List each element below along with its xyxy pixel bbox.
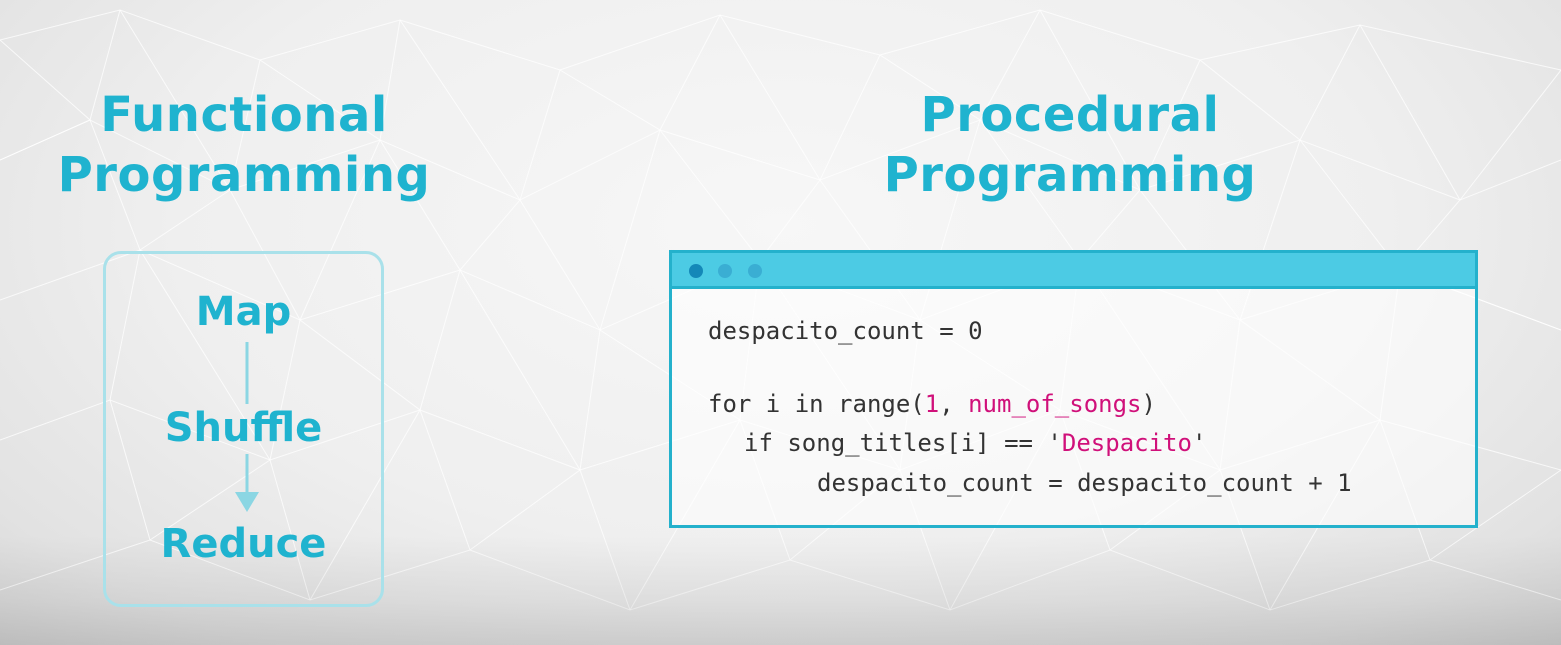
code-line-3: if song_titles[i] == 'Despacito' [744, 428, 1206, 458]
step-reduce: Reduce [160, 521, 327, 567]
code-line-4: despacito_count = despacito_count + 1 [817, 468, 1352, 498]
code-line-1: despacito_count = 0 [708, 316, 983, 346]
code-text: despacito_count = despacito_count + 1 [817, 469, 1352, 497]
procedural-title-line-2: Programming [883, 147, 1257, 203]
code-variable-highlight: num_of_songs [968, 390, 1142, 418]
step-shuffle: Shuffle [164, 405, 323, 451]
code-text: , [939, 390, 969, 418]
window-dot-2-icon [718, 264, 732, 278]
functional-title-line-1: Functional [100, 87, 388, 143]
code-number-literal: 1 [924, 390, 940, 418]
code-text: if song_titles[i] == ' [744, 429, 1062, 457]
code-line-2: for i in range(1, num_of_songs) [708, 389, 1156, 419]
step-map: Map [195, 289, 292, 335]
functional-programming-title: Functional Programming [44, 85, 444, 205]
functional-title-line-2: Programming [57, 147, 431, 203]
arrow-down-icon [235, 492, 259, 512]
code-string-literal: Despacito [1061, 429, 1192, 457]
code-text: ) [1141, 390, 1156, 418]
procedural-title-line-1: Procedural [920, 87, 1220, 143]
window-dot-1-icon [689, 264, 703, 278]
procedural-programming-title: Procedural Programming [870, 85, 1270, 205]
code-editor-window: despacito_count = 0 for i in range(1, nu… [669, 250, 1478, 528]
code-text: for i in range( [708, 390, 925, 418]
mapreduce-flow-box: Map Shuffle Reduce [103, 251, 384, 607]
code-text: despacito_count = 0 [708, 317, 983, 345]
window-dot-3-icon [748, 264, 762, 278]
code-text: ' [1191, 429, 1207, 457]
window-title-bar [672, 253, 1475, 289]
